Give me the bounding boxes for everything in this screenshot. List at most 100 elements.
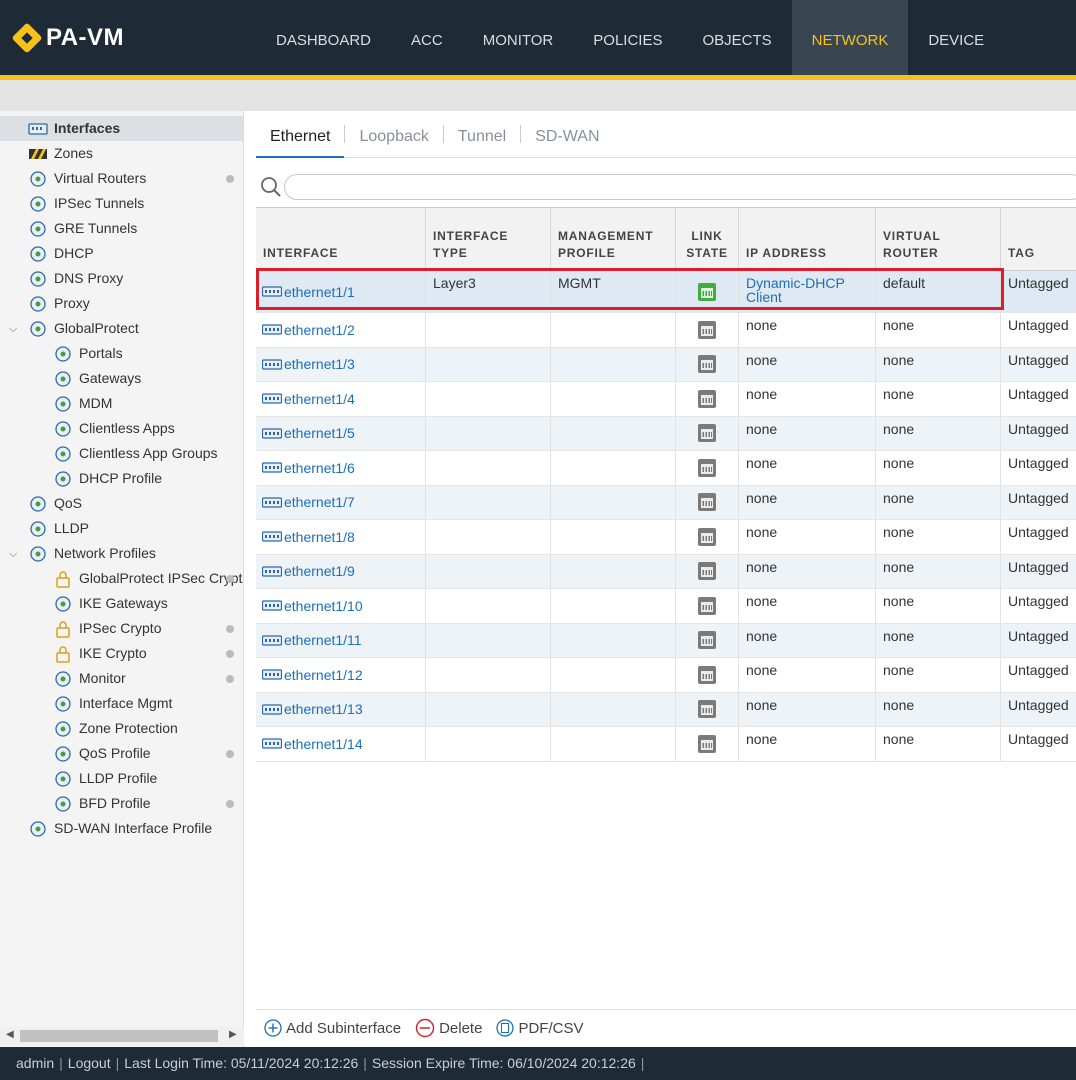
- sidebar-item-network-profiles[interactable]: Network Profiles: [28, 541, 156, 566]
- sidebar-item-monitor[interactable]: Monitor: [53, 666, 126, 691]
- table-row[interactable]: ethernet1/9 none none Untagged: [256, 554, 1076, 589]
- tab-tunnel[interactable]: Tunnel: [444, 111, 520, 158]
- chevron-down-icon[interactable]: ⌵: [9, 548, 21, 560]
- col-link-state[interactable]: LINK STATE: [676, 208, 739, 270]
- interface-name-link[interactable]: ethernet1/6: [284, 461, 355, 475]
- scroll-left-icon[interactable]: ◀: [6, 1029, 14, 1040]
- sidebar-item-dhcp-profile[interactable]: DHCP Profile: [53, 466, 162, 491]
- table-row[interactable]: ethernet1/1 Layer3 MGMT Dynamic-DHCP Client…: [256, 271, 1076, 313]
- sidebar-item-interfaces[interactable]: Interfaces: [0, 116, 243, 141]
- pdf-csv-button[interactable]: PDF/CSV: [496, 1019, 583, 1037]
- interface-name-link[interactable]: ethernet1/5: [284, 426, 355, 440]
- sidebar-item-gateways[interactable]: Gateways: [53, 366, 141, 391]
- table-row[interactable]: ethernet1/12 none none Untagged: [256, 658, 1076, 693]
- ip-address-cell[interactable]: Dynamic-DHCP Client: [739, 271, 876, 312]
- tab-sd-wan[interactable]: SD-WAN: [521, 111, 613, 158]
- interface-name-link[interactable]: ethernet1/1: [284, 285, 355, 299]
- sidebar-item-proxy[interactable]: Proxy: [28, 291, 90, 316]
- interface-name-link[interactable]: ethernet1/12: [284, 668, 363, 682]
- interface-name-link[interactable]: ethernet1/9: [284, 564, 355, 578]
- interface-cell[interactable]: ethernet1/12: [256, 658, 426, 692]
- sidebar-item-interface-mgmt[interactable]: Interface Mgmt: [53, 691, 172, 716]
- interface-cell[interactable]: ethernet1/6: [256, 451, 426, 485]
- sidebar-item-dns-proxy[interactable]: DNS Proxy: [28, 266, 123, 291]
- sidebar-item-zones[interactable]: Zones: [28, 141, 93, 166]
- table-row[interactable]: ethernet1/13 none none Untagged: [256, 692, 1076, 727]
- add-subinterface-button[interactable]: Add Subinterface: [264, 1019, 401, 1037]
- scroll-right-icon[interactable]: ▶: [229, 1029, 237, 1040]
- sidebar-item-qos-profile[interactable]: QoS Profile: [53, 741, 151, 766]
- table-row[interactable]: ethernet1/2 none none Untagged: [256, 313, 1076, 348]
- interface-cell[interactable]: ethernet1/8: [256, 520, 426, 554]
- chevron-down-icon[interactable]: ⌵: [9, 323, 21, 335]
- tab-loopback[interactable]: Loopback: [345, 111, 442, 158]
- sidebar-item-clientless-apps[interactable]: Clientless Apps: [53, 416, 175, 441]
- nav-tab-acc[interactable]: ACC: [391, 0, 463, 75]
- interface-name-link[interactable]: ethernet1/3: [284, 357, 355, 371]
- app-logo[interactable]: PA-VM: [11, 22, 124, 54]
- interface-name-link[interactable]: ethernet1/13: [284, 702, 363, 716]
- interface-name-link[interactable]: ethernet1/2: [284, 323, 355, 337]
- sidebar-item-dhcp[interactable]: DHCP: [28, 241, 94, 266]
- col-management-profile[interactable]: MANAGEMENT PROFILE: [551, 208, 676, 270]
- nav-tab-network[interactable]: NETWORK: [791, 0, 909, 75]
- col-tag[interactable]: TAG: [1001, 208, 1076, 270]
- col-interface[interactable]: INTERFACE: [256, 208, 426, 270]
- col-virtual-router[interactable]: VIRTUAL ROUTER: [876, 208, 1001, 270]
- table-row[interactable]: ethernet1/5 none none Untagged: [256, 416, 1076, 451]
- interface-cell[interactable]: ethernet1/3: [256, 347, 426, 381]
- sidebar-item-bfd-profile[interactable]: BFD Profile: [53, 791, 151, 816]
- sidebar-item-ipsec-crypto[interactable]: IPSec Crypto: [53, 616, 161, 641]
- nav-tab-monitor[interactable]: MONITOR: [463, 0, 574, 75]
- table-row[interactable]: ethernet1/4 none none Untagged: [256, 382, 1076, 417]
- interface-cell[interactable]: ethernet1/4: [256, 382, 426, 416]
- interface-cell[interactable]: ethernet1/9: [256, 554, 426, 588]
- sidebar-item-clientless-app-groups[interactable]: Clientless App Groups: [53, 441, 218, 466]
- table-row[interactable]: ethernet1/6 none none Untagged: [256, 451, 1076, 486]
- nav-tab-objects[interactable]: OBJECTS: [682, 0, 791, 75]
- sidebar-item-sd-wan-interface-profile[interactable]: SD-WAN Interface Profile: [28, 816, 212, 841]
- sidebar-item-virtual-routers[interactable]: Virtual Routers: [28, 166, 146, 191]
- logout-link[interactable]: Logout: [68, 1055, 111, 1071]
- sidebar-item-lldp-profile[interactable]: LLDP Profile: [53, 766, 157, 791]
- sidebar-item-lldp[interactable]: LLDP: [28, 516, 89, 541]
- nav-tab-device[interactable]: DEVICE: [908, 0, 1004, 75]
- nav-tab-dashboard[interactable]: DASHBOARD: [256, 0, 391, 75]
- interface-name-link[interactable]: ethernet1/11: [284, 633, 362, 647]
- table-row[interactable]: ethernet1/10 none none Untagged: [256, 589, 1076, 624]
- filter-input[interactable]: [284, 174, 1076, 200]
- interface-cell[interactable]: ethernet1/10: [256, 589, 426, 623]
- scrollbar-thumb[interactable]: [20, 1030, 218, 1042]
- interface-cell[interactable]: ethernet1/7: [256, 485, 426, 519]
- table-row[interactable]: ethernet1/11 none none Untagged: [256, 623, 1076, 658]
- sidebar-item-gre-tunnels[interactable]: GRE Tunnels: [28, 216, 137, 241]
- interface-name-link[interactable]: ethernet1/7: [284, 495, 355, 509]
- sidebar-item-ike-gateways[interactable]: IKE Gateways: [53, 591, 168, 616]
- interface-name-link[interactable]: ethernet1/4: [284, 392, 355, 406]
- sidebar-horizontal-scrollbar[interactable]: ◀ ▶: [0, 1027, 244, 1045]
- sidebar-item-portals[interactable]: Portals: [53, 341, 123, 366]
- interface-name-link[interactable]: ethernet1/10: [284, 599, 363, 613]
- interface-cell[interactable]: ethernet1/5: [256, 416, 426, 450]
- interface-cell[interactable]: ethernet1/2: [256, 313, 426, 347]
- interface-cell[interactable]: ethernet1/11: [256, 623, 426, 657]
- interface-name-link[interactable]: ethernet1/8: [284, 530, 355, 544]
- table-row[interactable]: ethernet1/7 none none Untagged: [256, 485, 1076, 520]
- interface-cell[interactable]: ethernet1/13: [256, 692, 426, 726]
- interface-cell[interactable]: ethernet1/1: [256, 271, 426, 312]
- delete-button[interactable]: Delete: [415, 1018, 482, 1038]
- sidebar-item-globalprotect-ipsec-crypto[interactable]: GlobalProtect IPSec Crypto: [53, 566, 243, 591]
- sidebar-item-ike-crypto[interactable]: IKE Crypto: [53, 641, 147, 666]
- sidebar-item-zone-protection[interactable]: Zone Protection: [53, 716, 178, 741]
- sidebar-item-mdm[interactable]: MDM: [53, 391, 112, 416]
- tab-ethernet[interactable]: Ethernet: [256, 111, 345, 158]
- table-row[interactable]: ethernet1/8 none none Untagged: [256, 520, 1076, 555]
- nav-tab-policies[interactable]: POLICIES: [573, 0, 682, 75]
- col-ip-address[interactable]: IP ADDRESS: [739, 208, 876, 270]
- table-row[interactable]: ethernet1/14 none none Untagged: [256, 727, 1076, 762]
- sidebar-item-ipsec-tunnels[interactable]: IPSec Tunnels: [28, 191, 144, 216]
- sidebar-item-globalprotect[interactable]: GlobalProtect: [28, 316, 139, 341]
- interface-name-link[interactable]: ethernet1/14: [284, 737, 363, 751]
- interface-cell[interactable]: ethernet1/14: [256, 727, 426, 761]
- table-row[interactable]: ethernet1/3 none none Untagged: [256, 347, 1076, 382]
